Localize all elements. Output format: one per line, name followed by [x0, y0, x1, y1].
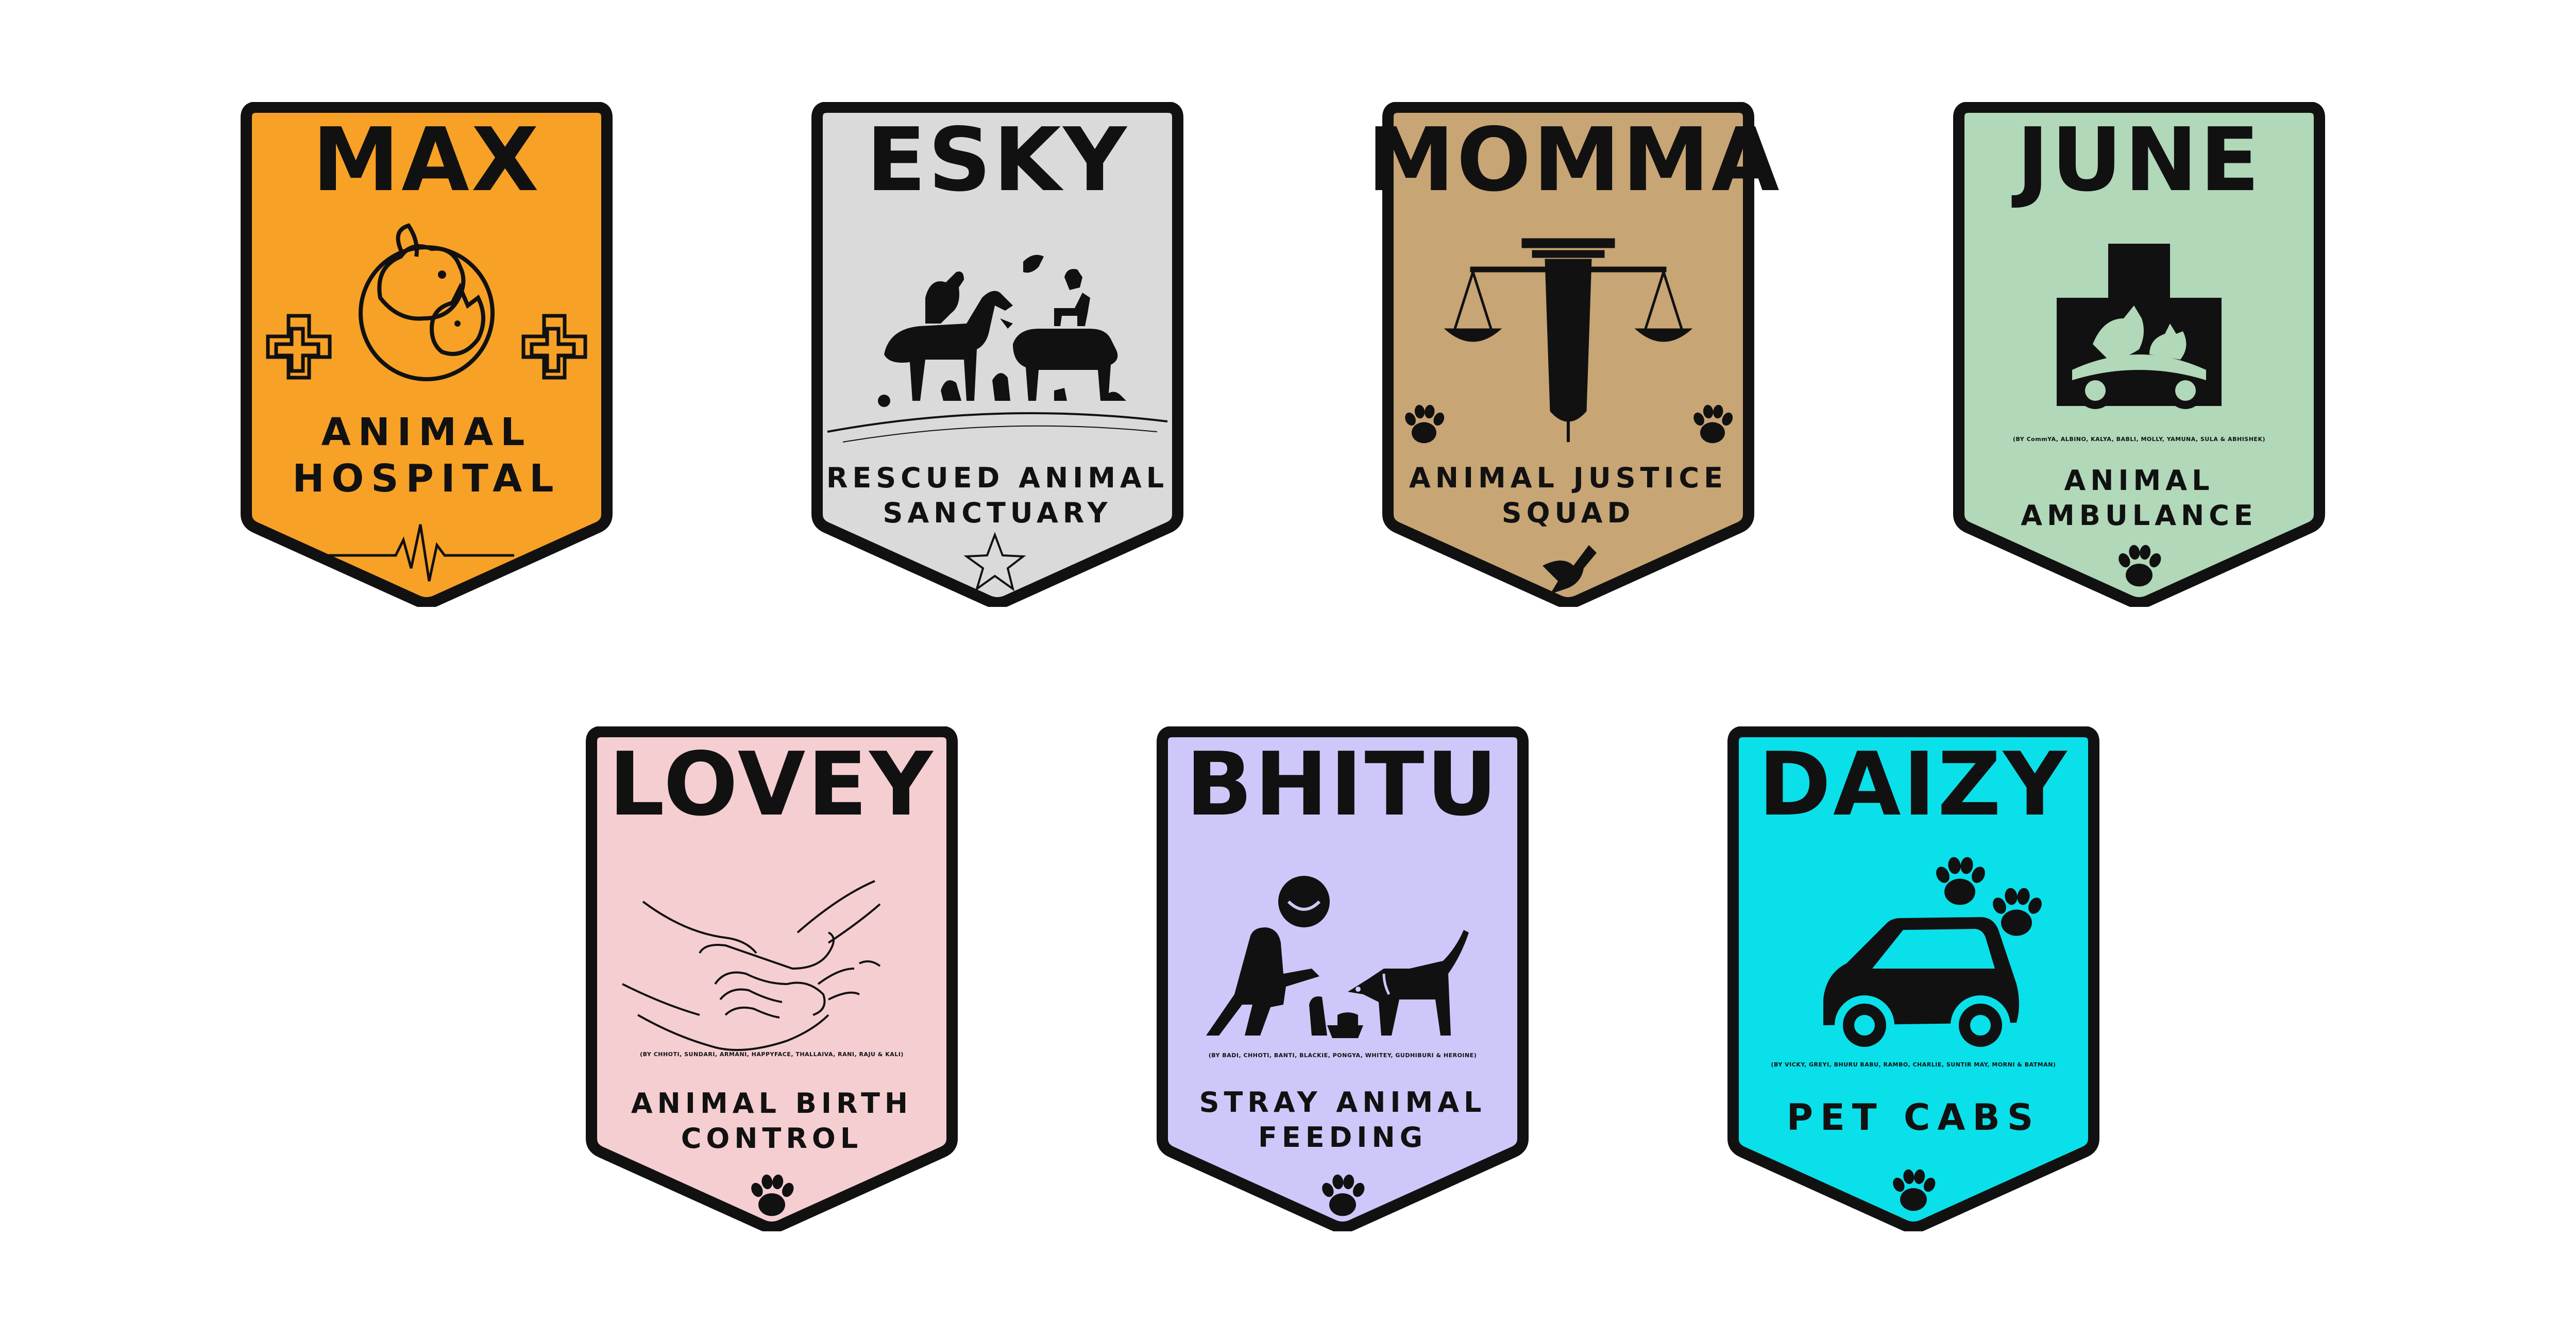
dove-icon: [1543, 545, 1597, 594]
heartbeat-line-icon: [329, 524, 514, 582]
paw-icon: [2116, 544, 2163, 587]
badge-momma: MOMMA ANIMAL JUSTICE SQUAD: [1367, 102, 1780, 607]
paw-icon: [749, 1174, 796, 1216]
paw-icon: [1890, 1168, 1938, 1211]
badge-max: MAX ANIMAL HOSPITAL: [226, 102, 628, 607]
badge-june: JUNE (BY CommYA, ALBINO, KALYA, BABLI, M…: [1938, 102, 2340, 607]
badge-daizy: DAIZY (BY VICKY, GREYI, BHURU BABU, RAMB…: [1713, 726, 2114, 1231]
badge-esky: ESKY RESCUED ANIMAL SANCTUARY: [796, 102, 1198, 607]
badge-bhitu: BHITU (BY BADI, CHHOTI, BANTI, BLACKIE, …: [1142, 726, 1544, 1231]
badge-lovey: LOVEY (BY CHHOTI, SUNDARI, ARMANI, HAPPY…: [571, 726, 973, 1231]
paw-icon: [1319, 1174, 1367, 1216]
star-icon: [963, 532, 1026, 592]
